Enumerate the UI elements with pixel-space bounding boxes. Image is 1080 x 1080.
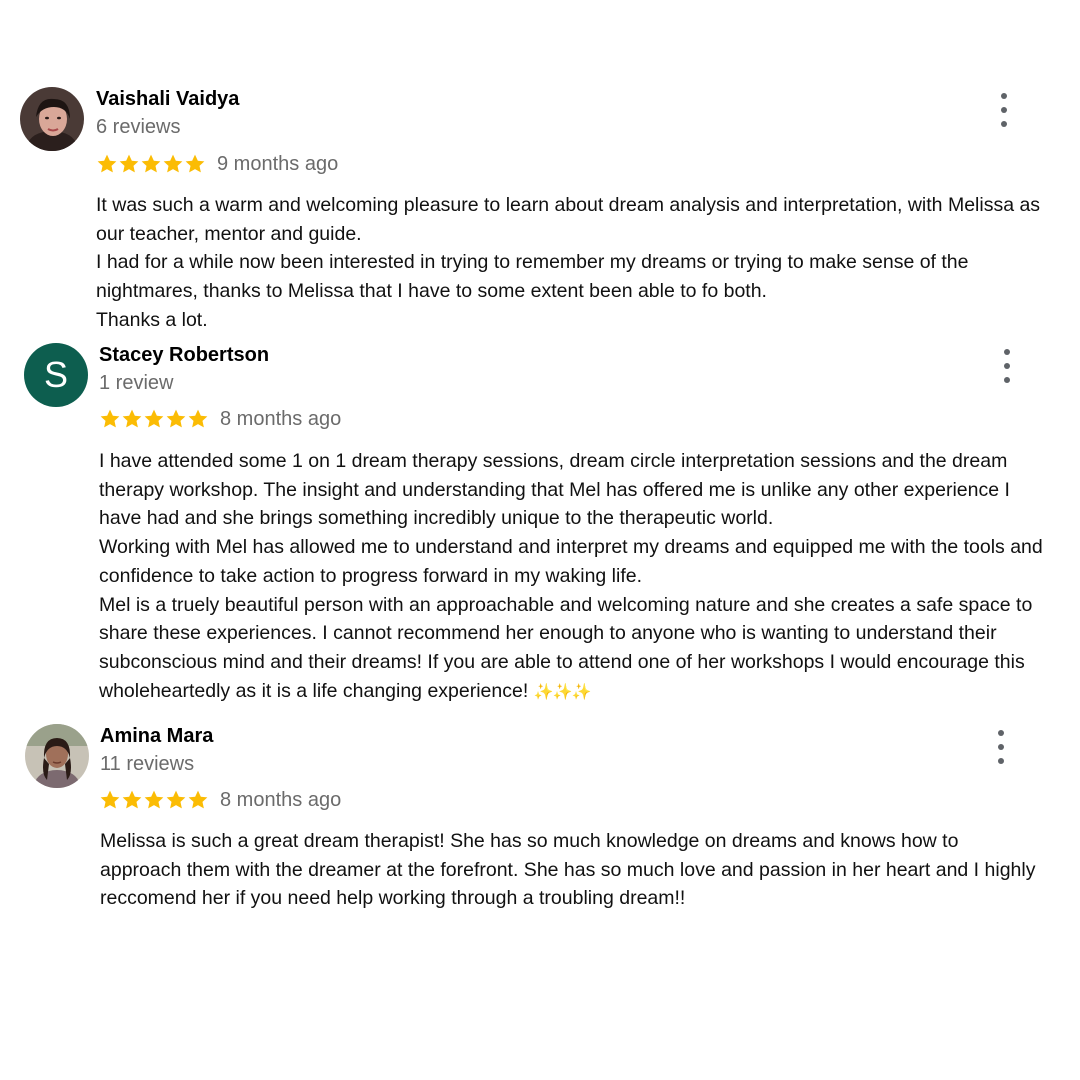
star-rating	[96, 152, 206, 176]
reviewer-review-count[interactable]: 11 reviews	[100, 753, 194, 776]
star-icon	[97, 154, 117, 173]
reviewer-name[interactable]: Vaishali Vaidya	[96, 88, 239, 111]
star-rating	[99, 407, 209, 431]
review-paragraph: I had for a while now been interested in…	[96, 251, 969, 303]
more-vert-icon[interactable]	[997, 349, 1017, 383]
star-rating	[99, 788, 209, 812]
review-paragraph: Mel is a truely beautiful person with an…	[99, 591, 1044, 708]
reviewer-name[interactable]: Stacey Robertson	[99, 344, 269, 367]
star-icon	[144, 790, 164, 809]
review-paragraph: It was such a warm and welcoming pleasur…	[96, 194, 1041, 245]
avatar[interactable]	[25, 724, 89, 788]
avatar[interactable]	[20, 87, 84, 151]
star-icon	[119, 154, 139, 173]
star-icon	[163, 154, 183, 173]
star-icon	[141, 154, 161, 173]
review-date: 8 months ago	[220, 789, 342, 811]
reviewer-review-count[interactable]: 1 review	[99, 372, 173, 395]
star-icon	[122, 790, 142, 809]
avatar-letter: S	[43, 354, 68, 395]
more-vert-icon[interactable]	[991, 730, 1011, 764]
star-icon	[166, 790, 186, 809]
reviewer-name[interactable]: Amina Mara	[100, 725, 213, 748]
star-icon	[100, 409, 120, 428]
reviewer-review-count[interactable]: 6 reviews	[96, 116, 180, 139]
star-icon	[166, 409, 186, 428]
review-paragraph: I have attended some 1 on 1 dream therap…	[99, 450, 1010, 530]
star-icon	[144, 409, 164, 428]
review-text: I have attended some 1 on 1 dream therap…	[99, 447, 1044, 707]
review-paragraph: Thanks a lot.	[96, 308, 208, 331]
review-text: Melissa is such a great dream therapist!…	[100, 827, 1040, 913]
star-icon	[122, 409, 142, 428]
review-paragraph: Melissa is such a great dream therapist!…	[100, 830, 1036, 910]
star-icon	[188, 790, 208, 809]
sparkles-emoji: ✨✨✨	[533, 683, 592, 701]
review-paragraph: Working with Mel has allowed me to under…	[99, 536, 1043, 587]
star-icon	[188, 409, 208, 428]
star-icon	[185, 154, 205, 173]
review-text: It was such a warm and welcoming pleasur…	[96, 191, 1041, 335]
star-icon	[100, 790, 120, 809]
more-vert-icon[interactable]	[994, 93, 1014, 127]
review-date: 9 months ago	[217, 153, 339, 175]
avatar[interactable]: S	[24, 343, 88, 407]
review-date: 8 months ago	[220, 408, 342, 430]
